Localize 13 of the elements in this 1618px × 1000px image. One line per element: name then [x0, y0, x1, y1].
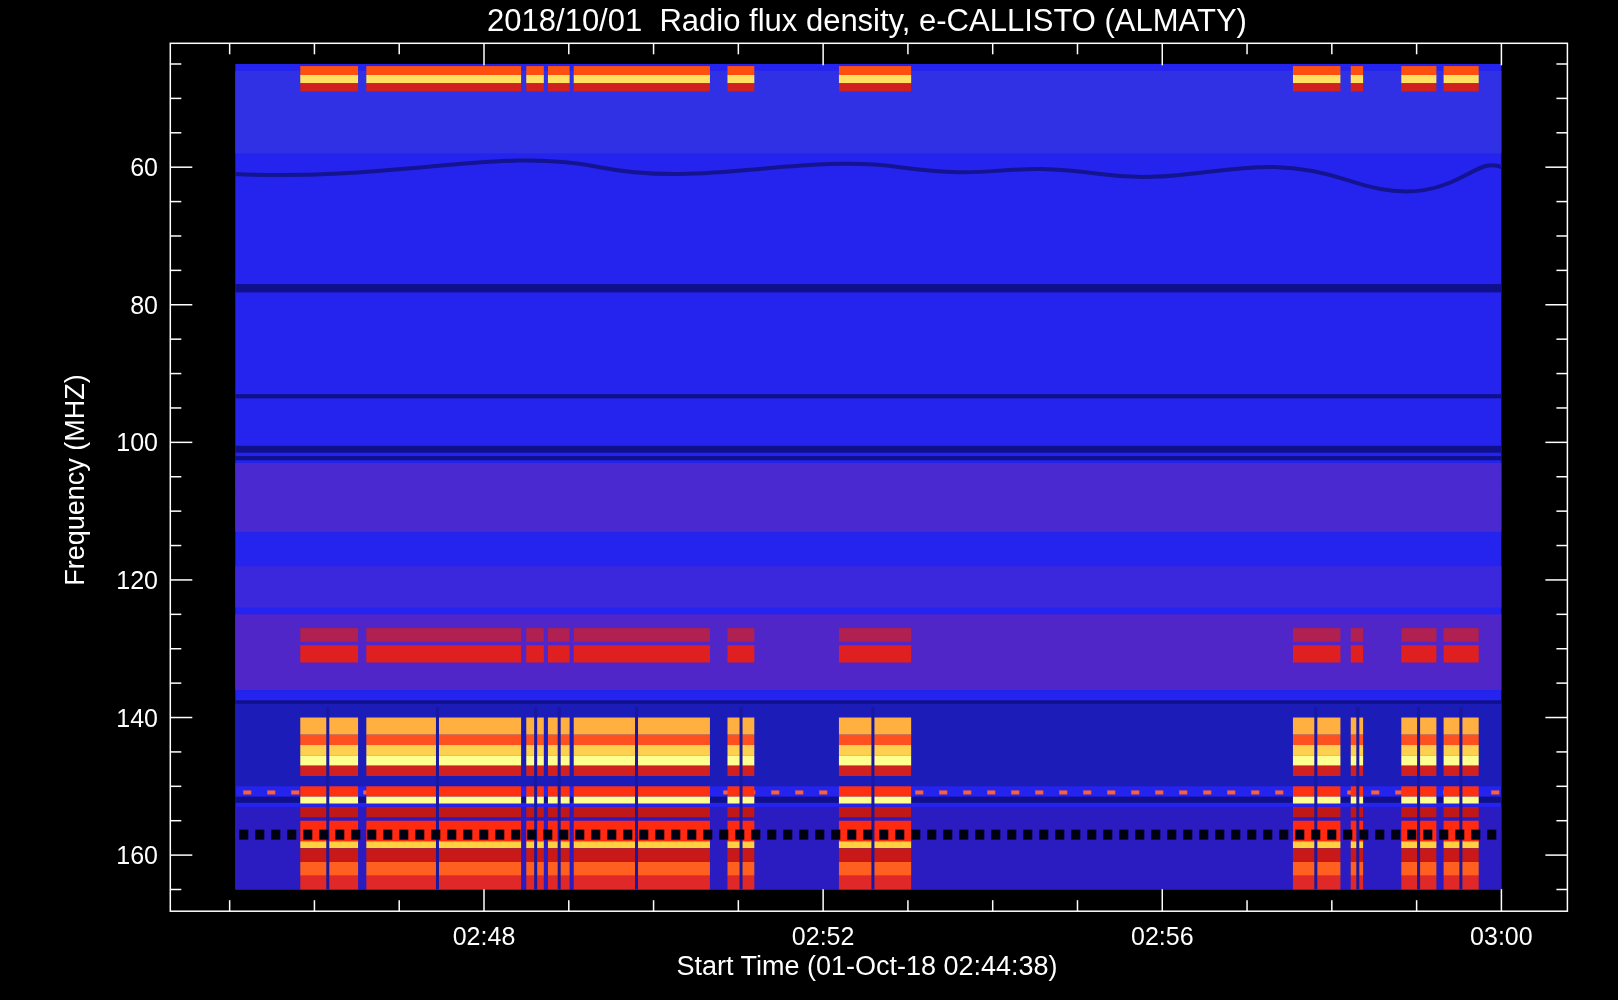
tick-label: 03:00	[1470, 922, 1533, 950]
tick-label: 120	[116, 565, 158, 594]
tick-label: 160	[116, 841, 158, 870]
tick-label: 02:48	[452, 922, 516, 950]
tick-label: 100	[116, 428, 158, 457]
axis-label: Start Time (01-Oct-18 02:44:38)	[676, 951, 1058, 981]
plot-title: 2018/10/01 Radio flux density, e-CALLISTO (ALMATY)	[487, 3, 1247, 38]
tick-label: 60	[130, 153, 158, 182]
tick-label: 02:56	[1131, 922, 1194, 950]
tick-label: 80	[130, 290, 158, 319]
tick-label: 140	[116, 703, 158, 732]
tick-label: 02:52	[791, 922, 855, 950]
axis-label: Frequency (MHZ)	[60, 374, 90, 586]
